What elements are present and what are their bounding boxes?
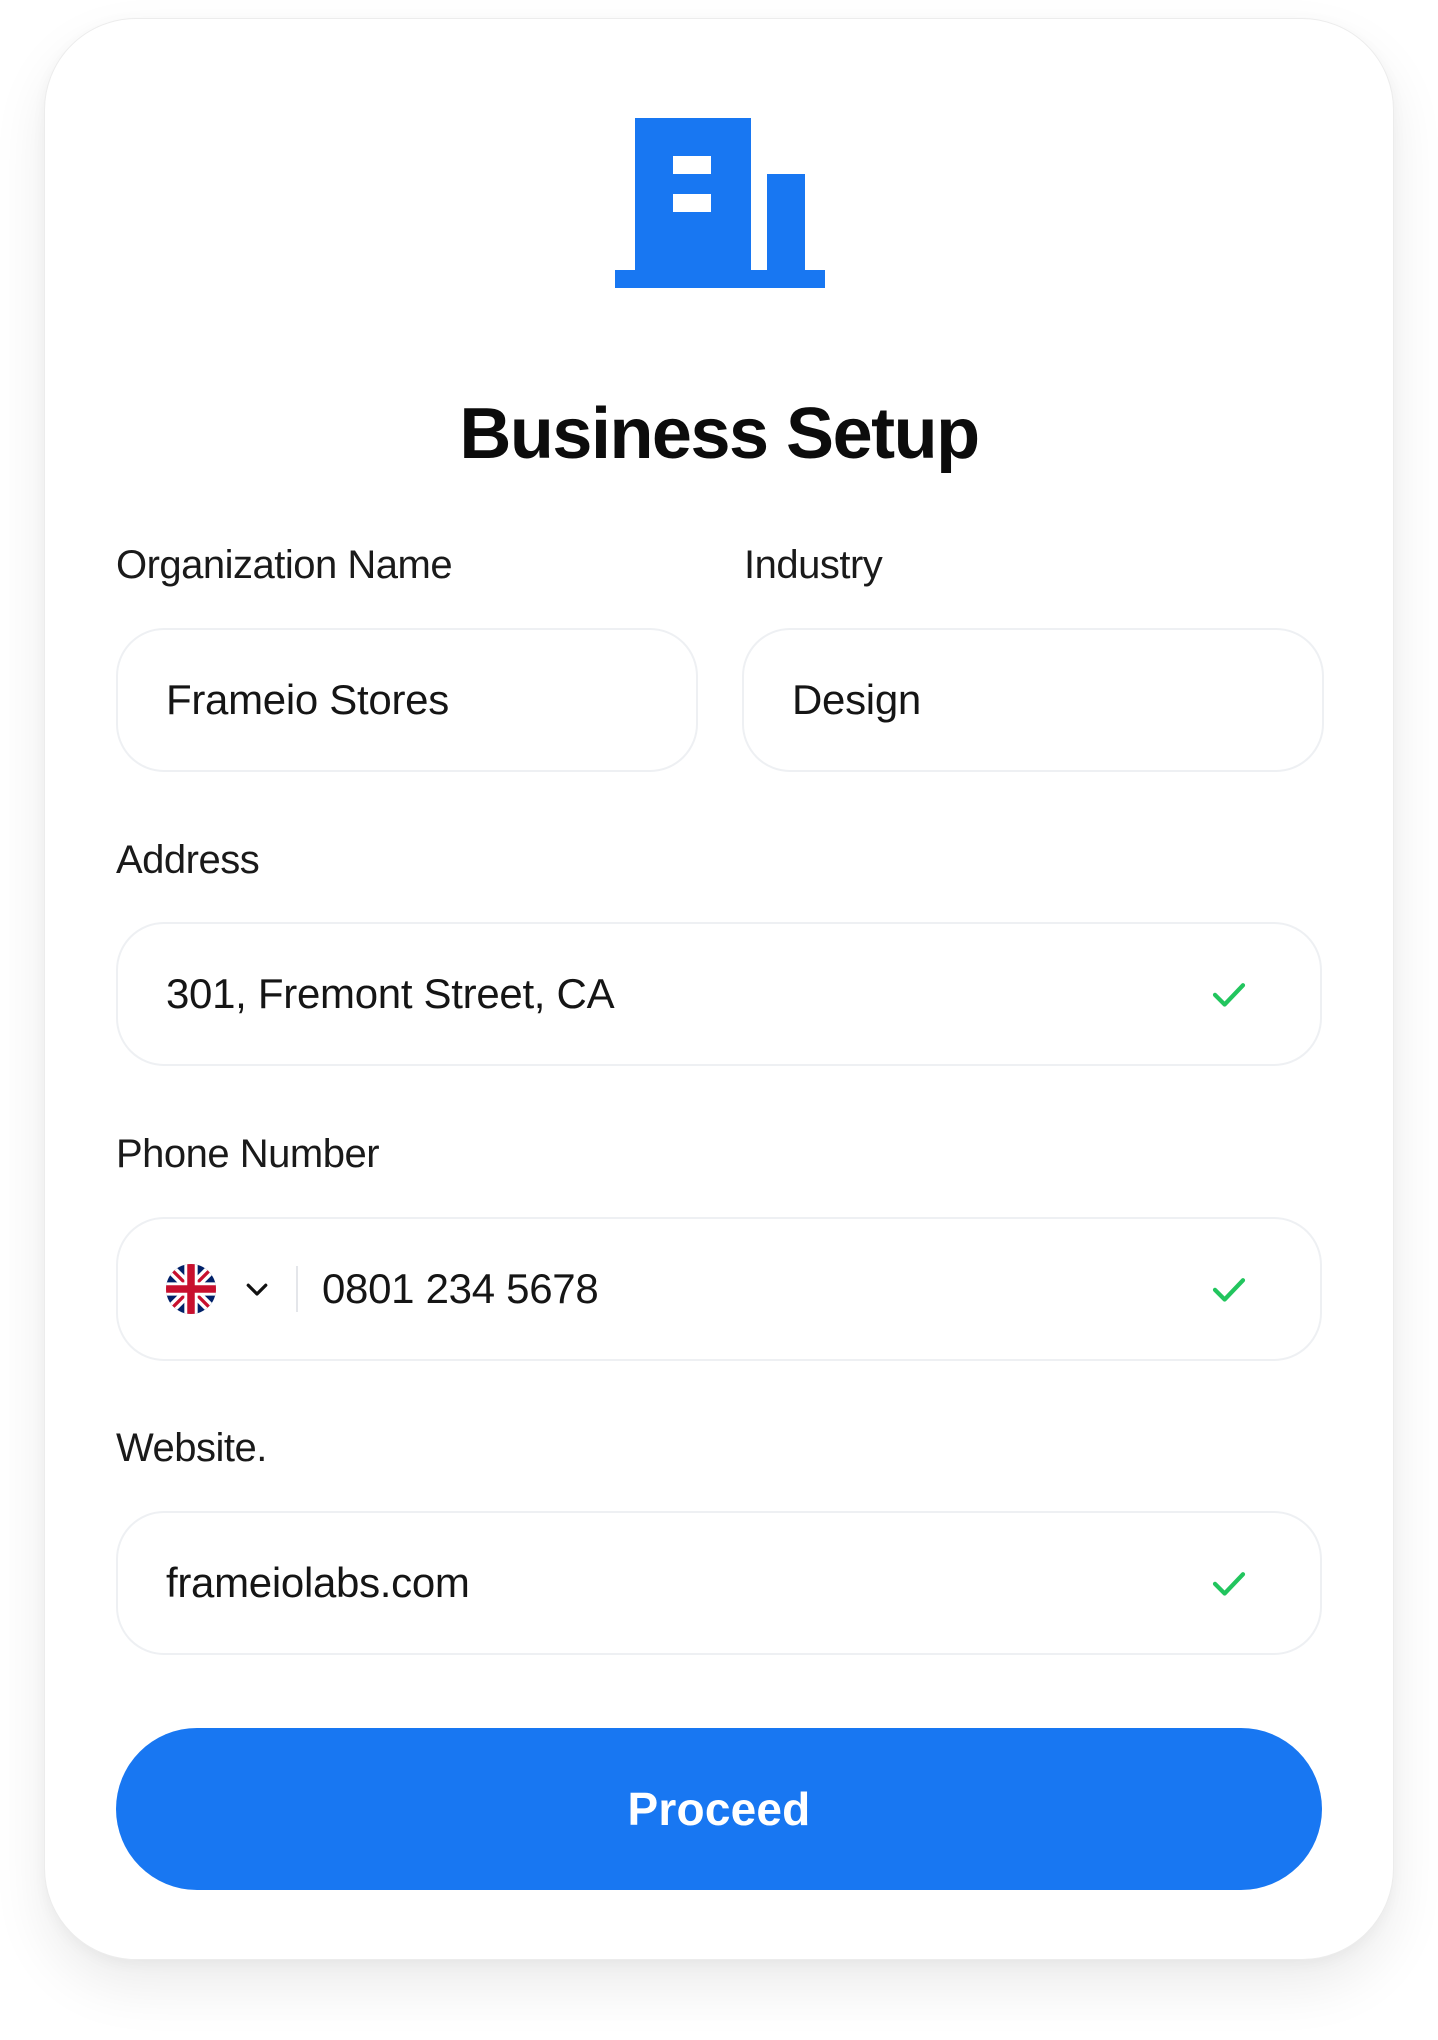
industry-field[interactable]: Design (742, 628, 1324, 772)
address-field[interactable]: 301, Fremont Street, CA (116, 922, 1322, 1066)
organization-name-value: Frameio Stores (166, 676, 449, 723)
organization-name-label: Organization Name (116, 543, 453, 587)
chevron-down-icon[interactable] (242, 1274, 272, 1304)
organization-name-field[interactable]: Frameio Stores (116, 628, 698, 772)
phone-divider (296, 1266, 298, 1312)
address-valid-check-icon (1208, 973, 1250, 1015)
phone-number-field[interactable]: 0801 234 5678 (116, 1217, 1322, 1361)
phone-valid-check-icon (1208, 1268, 1250, 1310)
website-label: Website. (116, 1426, 267, 1470)
address-label: Address (116, 838, 260, 882)
building-icon (615, 118, 825, 288)
website-valid-check-icon (1208, 1562, 1250, 1604)
website-field[interactable]: frameiolabs.com (116, 1511, 1322, 1655)
page-title: Business Setup (459, 394, 980, 474)
phone-number-value: 0801 234 5678 (322, 1265, 599, 1312)
address-value: 301, Fremont Street, CA (166, 970, 615, 1017)
proceed-button[interactable]: Proceed (116, 1728, 1322, 1890)
uk-flag-icon[interactable] (166, 1264, 216, 1314)
phone-number-label: Phone Number (116, 1132, 380, 1176)
industry-label: Industry (744, 543, 883, 587)
website-value: frameiolabs.com (166, 1559, 470, 1606)
industry-value: Design (792, 676, 921, 723)
